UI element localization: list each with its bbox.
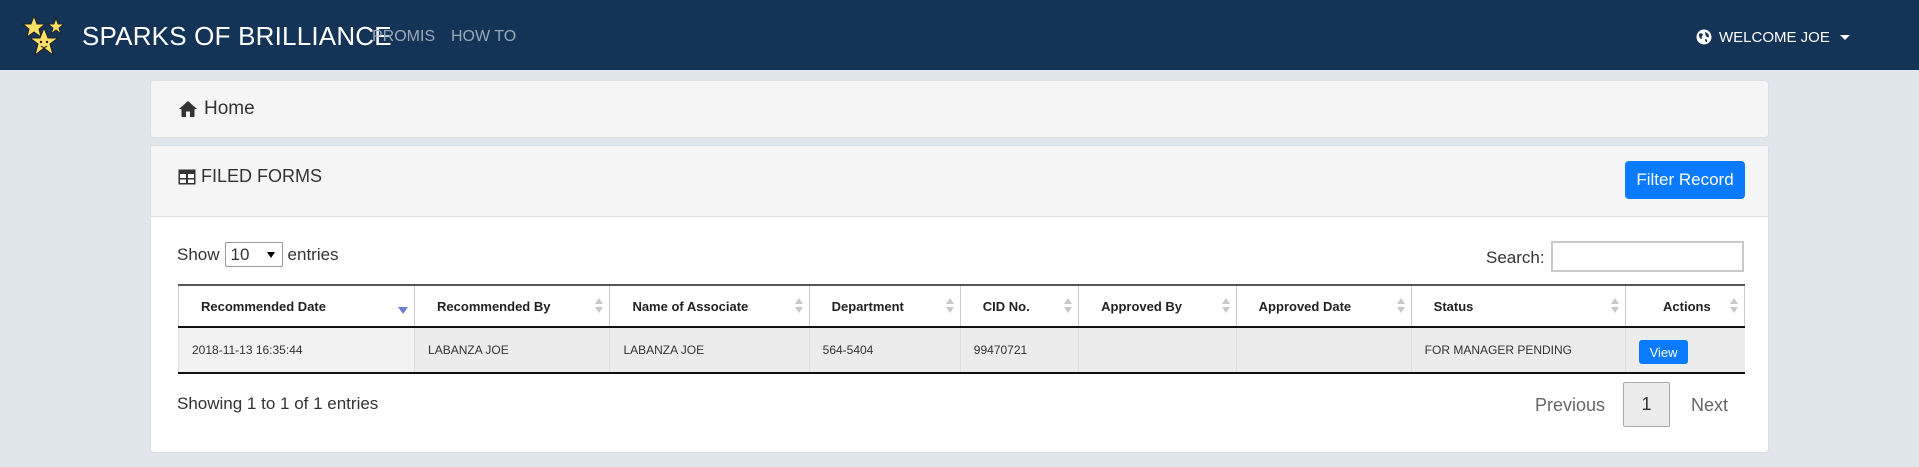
pagination-previous[interactable]: Previous	[1535, 395, 1605, 416]
search-label: Search:	[1486, 248, 1545, 267]
search-input[interactable]	[1551, 241, 1744, 272]
table-info: Showing 1 to 1 of 1 entries	[177, 394, 379, 413]
column-header-approved-by[interactable]: Approved By	[1078, 284, 1237, 328]
cell-approved-date	[1235, 327, 1412, 374]
sort-icon	[945, 298, 954, 316]
pagination-page-1[interactable]: 1	[1623, 382, 1670, 427]
column-header-recommended-date[interactable]: Recommended Date	[177, 284, 416, 328]
stars-logo-icon[interactable]	[20, 14, 68, 58]
filed-forms-card: FILED FORMS Filter Record Show 10 entrie…	[150, 145, 1769, 453]
dropdown-arrow-icon	[266, 252, 275, 258]
sort-icon	[1221, 298, 1230, 316]
filed-forms-title-text: FILED FORMS	[201, 166, 323, 186]
cell-recommended-date: 2018-11-13 16:35:44	[177, 327, 415, 374]
cell-status: FOR MANAGER PENDING	[1410, 327, 1626, 374]
filed-forms-title: FILED FORMS	[178, 166, 322, 187]
column-header-approved-date[interactable]: Approved Date	[1235, 284, 1412, 328]
pagination-next[interactable]: Next	[1691, 395, 1728, 416]
cell-associate: LABANZA JOE	[609, 327, 810, 374]
sort-icon	[1730, 298, 1738, 316]
breadcrumb-home[interactable]: Home	[178, 98, 255, 120]
sort-icon	[1396, 298, 1405, 316]
table-header-row: Recommended Date Recommended By Name of …	[177, 284, 1745, 328]
show-label: Show	[177, 244, 220, 264]
page-size-value: 10	[230, 245, 250, 264]
cell-actions: View	[1625, 327, 1745, 374]
entries-label: entries	[287, 244, 339, 264]
sort-icon	[1611, 298, 1620, 316]
column-header-actions[interactable]: Actions	[1625, 284, 1745, 328]
user-welcome-label: WELCOME JOE	[1719, 28, 1830, 46]
cell-approved-by	[1078, 327, 1237, 374]
sort-desc-icon	[398, 307, 409, 314]
home-icon	[179, 101, 197, 117]
table-icon	[178, 169, 196, 184]
filter-record-button[interactable]: Filter Record	[1625, 161, 1745, 199]
column-header-department[interactable]: Department	[808, 284, 961, 328]
sort-icon	[1064, 298, 1073, 316]
filed-forms-table: Recommended Date Recommended By Name of …	[177, 284, 1745, 374]
page-size-select[interactable]: 10	[224, 242, 283, 267]
column-header-name-of-associate[interactable]: Name of Associate	[609, 284, 810, 328]
cell-department: 564-5404	[808, 327, 961, 374]
sort-icon	[794, 298, 803, 316]
breadcrumb-card: Home	[150, 80, 1769, 138]
column-header-recommended-by[interactable]: Recommended By	[414, 284, 611, 328]
breadcrumb-home-label: Home	[204, 98, 255, 119]
table-row[interactable]: 2018-11-13 16:35:44 LABANZA JOE LABANZA …	[177, 327, 1745, 374]
top-navbar: SPARKS OF BRILLIANCE PROMIS HOW TO WELCO…	[0, 0, 1919, 70]
view-button[interactable]: View	[1639, 340, 1689, 364]
column-header-cid-no[interactable]: CID No.	[959, 284, 1080, 328]
filed-forms-header: FILED FORMS Filter Record	[151, 146, 1768, 217]
column-header-status[interactable]: Status	[1410, 284, 1627, 328]
sort-icon	[595, 298, 604, 316]
cell-cid: 99470721	[959, 327, 1079, 374]
nav-link-promis[interactable]: PROMIS	[372, 28, 435, 46]
globe-icon	[1696, 29, 1712, 45]
show-entries-control: Show 10 entries	[177, 242, 339, 267]
caret-down-icon	[1839, 34, 1850, 40]
brand-name[interactable]: SPARKS OF BRILLIANCE	[82, 21, 392, 52]
user-menu-dropdown[interactable]: WELCOME JOE	[1696, 26, 1850, 48]
nav-link-how-to[interactable]: HOW TO	[451, 28, 516, 46]
cell-recommended-by: LABANZA JOE	[414, 327, 610, 374]
